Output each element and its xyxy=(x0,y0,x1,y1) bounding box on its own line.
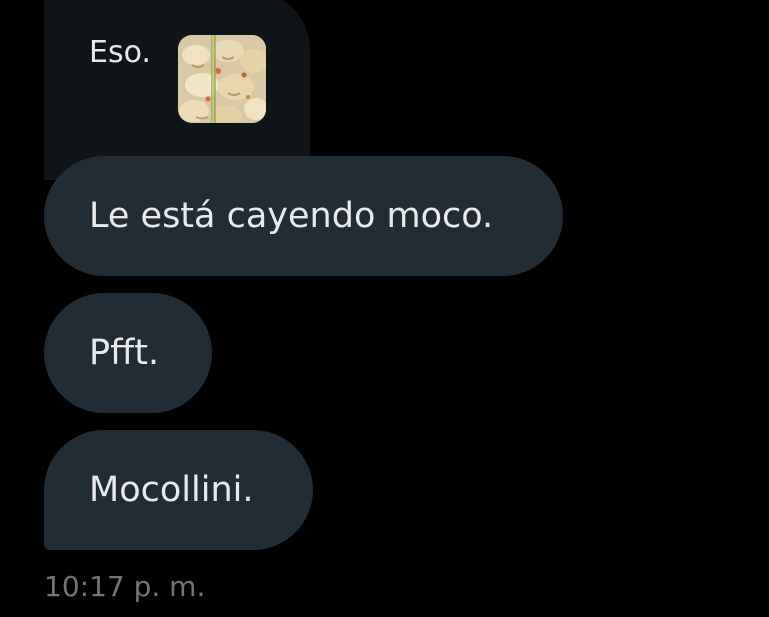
pasta-image-icon xyxy=(178,35,266,123)
message-bubble[interactable]: Pfft. xyxy=(44,293,212,413)
chat-conversation: Eso. Le está cayendo moco. Pfft. Mocolli… xyxy=(0,0,769,617)
quoted-media-thumbnail[interactable] xyxy=(178,35,266,123)
quoted-message-text: Eso. xyxy=(89,35,151,70)
message-text: Pfft. xyxy=(89,333,160,373)
quoted-message-card[interactable]: Eso. xyxy=(44,0,310,180)
message-text: Le está cayendo moco. xyxy=(89,196,494,236)
message-bubble[interactable]: Mocollini. xyxy=(44,430,313,550)
message-bubble[interactable]: Le está cayendo moco. xyxy=(44,156,563,276)
message-text: Mocollini. xyxy=(89,470,254,510)
message-timestamp: 10:17 p. m. xyxy=(44,570,206,603)
